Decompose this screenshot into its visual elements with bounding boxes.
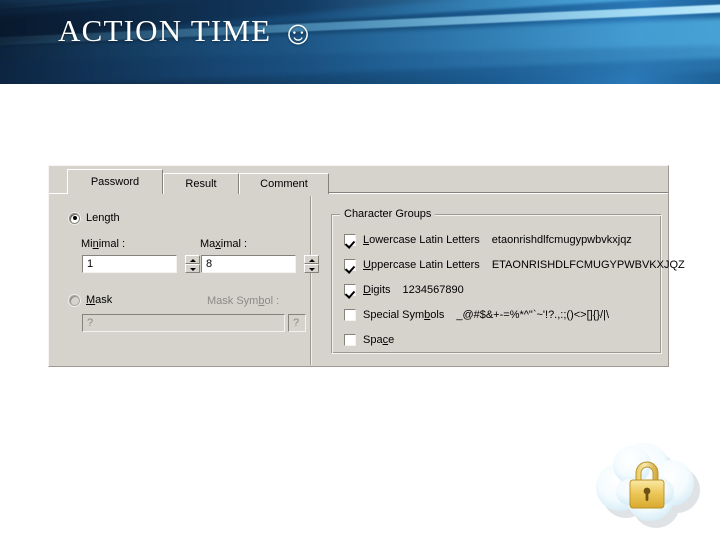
checkbox-space[interactable]: Space [344,334,394,346]
maximal-input[interactable] [201,255,296,273]
minimal-spinner-up-button[interactable] [185,255,200,264]
tab-password[interactable]: Password [67,169,163,194]
chevron-up-icon [190,259,196,262]
radio-length[interactable]: Length [69,212,120,224]
checkbox-uppercase-indicator[interactable] [344,259,356,271]
checkbox-space-label: Space [363,334,395,346]
mask-input[interactable] [82,314,285,332]
checkbox-lowercase-label: Lowercase Latin Letters [363,234,480,246]
minimal-label: Minimal : [81,238,126,250]
tab-result[interactable]: Result [163,173,239,194]
tab-strip: Password Result Comment [49,166,668,194]
password-generator-dialog: Password Result Comment Length Minimal :… [48,165,685,367]
checkbox-digits[interactable]: Digits 1234567890 [344,284,464,296]
panel-divider-highlight [311,196,312,365]
radio-length-indicator[interactable] [69,212,80,224]
chevron-down-icon [190,268,196,271]
character-groups-panel: Character Groups Lowercase Latin Letters… [331,208,685,354]
checkbox-lowercase-latin-letters[interactable]: Lowercase Latin Letters etaonrishdlfcmug… [344,234,632,246]
checkbox-space-indicator[interactable] [344,334,356,346]
maximal-spinner[interactable] [304,255,319,273]
chevron-down-icon [309,268,315,271]
checkbox-digits-indicator[interactable] [344,284,356,296]
radio-mask-label: Mask [86,294,113,306]
checkbox-digits-label: Digits [363,284,391,296]
radio-length-label: Length [86,212,120,224]
tab-strip-underline-shadow [329,192,668,193]
cloud-padlock-graphic [596,443,700,528]
page-title: ACTION TIME ☺ [58,13,316,53]
maximal-spinner-up-button[interactable] [304,255,319,264]
digits-charset: 1234567890 [402,284,464,296]
maximal-label: Maximal : [200,238,248,250]
chevron-up-icon [309,259,315,262]
page-title-text: ACTION TIME [58,13,272,48]
banner-streak [0,0,720,14]
special-symbols-charset: _@#$&+-=%*^"`~'!?.,:;()<>[]{}/|\ [456,309,610,321]
checkbox-special-symbols[interactable]: Special Symbols _@#$&+-=%*^"`~'!?.,:;()<… [344,309,609,321]
mask-symbol-input[interactable] [288,314,306,332]
lowercase-charset: etaonrishdlfcmugypwbvkxjqz [491,234,632,246]
radio-mask[interactable]: Mask [69,294,112,306]
minimal-input[interactable] [82,255,177,273]
smiley-face-icon: ☺ [281,16,317,52]
checkbox-uppercase-latin-letters[interactable]: Uppercase Latin Letters ETAONRISHDLFCMUG… [344,259,685,271]
dialog-body: Length Minimal : Maximal : Mask Mask Sym… [49,194,685,365]
cloud-padlock-icon [578,437,718,537]
mask-symbol-label: Mask Symbol : [207,295,280,307]
banner-streak [0,0,720,8]
checkbox-lowercase-indicator[interactable] [344,234,356,246]
checkbox-special-symbols-label: Special Symbols [363,309,445,321]
minimal-spinner-down-button[interactable] [185,264,200,273]
maximal-spinner-down-button[interactable] [304,264,319,273]
minimal-spinner[interactable] [185,255,200,273]
radio-mask-indicator[interactable] [69,294,80,306]
character-groups-title: Character Groups [340,208,436,220]
uppercase-charset: ETAONRISHDLFCMUGYPWBVKXJQZ [491,259,685,271]
tab-comment[interactable]: Comment [239,173,329,194]
title-banner: ACTION TIME ☺ [0,0,720,84]
checkbox-uppercase-label: Uppercase Latin Letters [363,259,480,271]
checkbox-special-symbols-indicator[interactable] [344,309,356,321]
